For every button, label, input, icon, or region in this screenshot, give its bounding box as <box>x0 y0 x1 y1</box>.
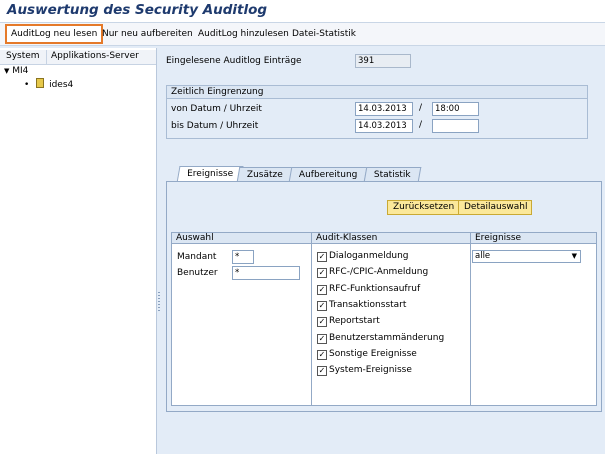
zuruecksetzen-button[interactable]: Zurücksetzen <box>387 200 459 215</box>
detailauswahl-button[interactable]: Detailauswahl <box>458 200 532 215</box>
tree-node-root[interactable]: ▼ MI4 <box>4 66 28 76</box>
audit-class-checkbox[interactable]: ✓ <box>317 300 327 311</box>
expand-arrow-icon[interactable]: ▼ <box>4 67 9 75</box>
auswahl-header: Auswahl <box>172 233 311 244</box>
von-date-input[interactable]: 14.03.2013 <box>355 102 413 116</box>
audit-klassen-header: Audit-Klassen <box>312 233 470 244</box>
audit-class-label: Reportstart <box>329 316 380 327</box>
audit-class-label: Dialoganmeldung <box>329 251 409 261</box>
datei-statistik-button[interactable]: Datei-Statistik <box>288 26 360 42</box>
von-label: von Datum / Uhrzeit <box>171 104 262 114</box>
von-time-input[interactable]: 18:00 <box>432 102 479 116</box>
entries-label: Eingelesene Auditlog Einträge <box>166 56 302 66</box>
auditlog-hinzulesen-button[interactable]: AuditLog hinzulesen <box>194 26 293 42</box>
page-title: Auswertung des Security Auditlog <box>7 2 268 18</box>
tree-header: System Applikations-Server <box>0 50 156 65</box>
audit-class-label: RFC-/CPIC-Anmeldung <box>329 267 429 278</box>
splitter-grip-icon[interactable] <box>158 292 160 312</box>
zeit-group-header: Zeitlich Eingrenzung <box>167 86 587 99</box>
tab-zusaetze[interactable]: Zusätze <box>236 167 294 182</box>
toolbar: AuditLog neu lesen Nur neu aufbereiten A… <box>0 23 605 46</box>
audit-class-checkbox[interactable]: ✓ <box>317 366 327 377</box>
mandant-input[interactable]: * <box>232 250 254 264</box>
mandant-label: Mandant <box>177 252 217 262</box>
selection-area: Auswahl Audit-Klassen Ereignisse Mandant… <box>171 232 597 406</box>
splitter[interactable] <box>157 48 161 454</box>
audit-class-checkbox[interactable]: ✓ <box>317 333 327 344</box>
separator: / <box>419 120 423 130</box>
audit-class-checkbox[interactable]: ✓ <box>317 284 327 295</box>
audit-class-label: Benutzerstammänderung <box>329 332 445 343</box>
server-icon <box>36 78 45 88</box>
audit-class-label: Sonstige Ereignisse <box>329 348 417 359</box>
auditlog-neu-lesen-button[interactable]: AuditLog neu lesen <box>5 24 104 44</box>
audit-class-checkbox[interactable]: ✓ <box>317 317 327 328</box>
benutzer-input[interactable]: * <box>232 266 300 280</box>
tree-node-server[interactable]: • ides4 <box>24 78 73 90</box>
benutzer-label: Benutzer <box>177 268 218 278</box>
dropdown-arrow-icon: ▼ <box>571 252 577 260</box>
tab-panel: Zurücksetzen Detailauswahl Auswahl Audit… <box>166 181 602 412</box>
bis-label: bis Datum / Uhrzeit <box>171 121 259 131</box>
audit-class-checkbox[interactable]: ✓ <box>317 349 327 360</box>
ereignisse-select[interactable]: alle ▼ <box>472 250 581 263</box>
bullet-icon: • <box>24 80 30 90</box>
tab-statistik[interactable]: Statistik <box>363 167 422 182</box>
tab-aufbereitung[interactable]: Aufbereitung <box>288 167 368 182</box>
column-applikations-server[interactable]: Applikations-Server <box>51 51 139 61</box>
entries-value: 391 <box>355 54 411 68</box>
title-bar: Auswertung des Security Auditlog <box>0 0 605 23</box>
bis-time-input[interactable] <box>432 119 479 133</box>
separator: / <box>419 103 423 113</box>
audit-class-label: RFC-Funktionsaufruf <box>329 283 421 294</box>
audit-class-label: Transaktionsstart <box>329 299 407 310</box>
audit-class-label: System-Ereignisse <box>329 365 412 376</box>
audit-class-checkbox[interactable]: ✓ <box>317 252 327 262</box>
tree-pane: System Applikations-Server ▼ MI4 • ides4 <box>0 48 157 454</box>
nur-neu-aufbereiten-button[interactable]: Nur neu aufbereiten <box>98 26 197 42</box>
bis-date-input[interactable]: 14.03.2013 <box>355 119 413 133</box>
column-system[interactable]: System <box>6 51 40 61</box>
audit-class-checkbox[interactable]: ✓ <box>317 268 327 279</box>
ereignisse-header: Ereignisse <box>471 233 596 244</box>
